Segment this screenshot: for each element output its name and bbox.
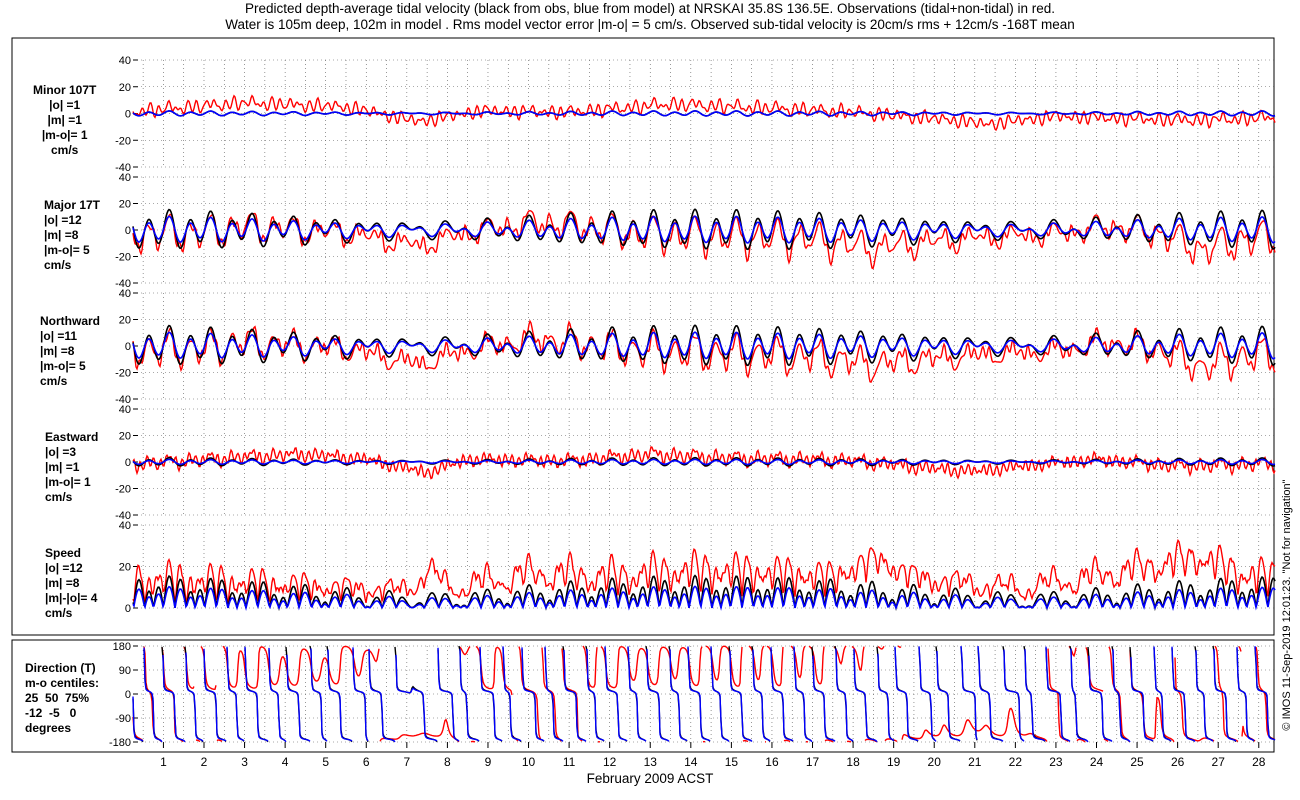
x-tick-label: 12	[603, 755, 617, 769]
direction-frame	[11, 639, 1275, 753]
y-tick-label: 0	[125, 225, 131, 237]
x-tick-label: 3	[241, 755, 248, 769]
direction-black-series	[132, 645, 1276, 743]
y-tick-label: 40	[119, 404, 131, 416]
x-tick-label: 18	[846, 755, 860, 769]
x-tick-label: 8	[444, 755, 451, 769]
panel-label-east: Eastward |o| =3 |m| =1 |m-o|= 1 cm/s	[45, 430, 99, 504]
y-tick-label: 40	[119, 55, 131, 67]
y-tick-label: 20	[119, 315, 131, 327]
x-tick-label: 11	[563, 755, 576, 769]
panel-label-minor: Minor 107T |o| =1 |m| =1 |m-o|= 1 cm/s	[33, 83, 97, 157]
x-tick-label: 22	[1009, 755, 1023, 769]
y-tick-label: -90	[115, 713, 131, 725]
x-tick-label: 28	[1252, 755, 1266, 769]
y-tick-label: -20	[115, 368, 131, 380]
x-tick-label: 17	[806, 755, 820, 769]
y-tick-label: 40	[119, 520, 131, 532]
y-tick-label: 40	[119, 172, 131, 184]
y-tick-label: 0	[125, 689, 131, 701]
y-tick-label: 20	[119, 82, 131, 94]
y-tick-label: -20	[115, 135, 131, 147]
x-tick-label: 10	[522, 755, 536, 769]
x-tick-label: 15	[725, 755, 739, 769]
y-tick-label: -20	[115, 484, 131, 496]
upper-frame	[11, 37, 1275, 636]
x-tick-label: 5	[322, 755, 329, 769]
x-tick-label: 2	[201, 755, 208, 769]
x-tick-label: 9	[485, 755, 492, 769]
y-tick-label: 20	[119, 199, 131, 211]
x-tick-label: 27	[1212, 755, 1226, 769]
direction-blue-series	[132, 645, 1276, 743]
direction-red-series	[132, 645, 1276, 743]
panel-label-direction: Direction (T) m-o centiles: 25 50 75% -1…	[25, 661, 100, 735]
copyright-note: © IMOS 11-Sep-2019 12:01:23. "Not for na…	[1281, 479, 1293, 731]
y-tick-label: 0	[125, 457, 131, 469]
minor-red-series	[132, 94, 1276, 132]
x-tick-label: 7	[403, 755, 410, 769]
x-tick-label: 14	[684, 755, 698, 769]
x-tick-label: 20	[928, 755, 942, 769]
y-tick-label: 0	[125, 109, 131, 121]
x-tick-label: 6	[363, 755, 370, 769]
x-tick-label: 13	[644, 755, 658, 769]
x-tick-label: 25	[1130, 755, 1144, 769]
north-blue-series	[132, 331, 1276, 360]
panel-label-major: Major 17T |o| =12 |m| =8 |m-o|= 5 cm/s	[44, 198, 101, 272]
y-tick-label: 20	[119, 431, 131, 443]
y-tick-label: 180	[113, 641, 131, 653]
north-red-series	[132, 319, 1276, 383]
y-tick-label: 0	[125, 603, 131, 615]
panel-label-north: Northward |o| =11 |m| =8 |m-o|= 5 cm/s	[40, 314, 100, 388]
x-tick-label: 1	[160, 755, 167, 769]
speed-blue-series	[132, 585, 1276, 612]
x-tick-label: 16	[765, 755, 779, 769]
x-tick-label: 26	[1171, 755, 1185, 769]
x-tick-label: 24	[1090, 755, 1104, 769]
y-tick-label: 0	[125, 341, 131, 353]
y-tick-label: 90	[119, 665, 131, 677]
x-tick-label: 19	[887, 755, 901, 769]
north-black-series	[132, 324, 1276, 367]
x-tick-label: 4	[282, 755, 289, 769]
x-axis-label: February 2009 ACST	[586, 771, 714, 786]
x-tick-label: 21	[968, 755, 982, 769]
y-tick-label: -20	[115, 252, 131, 264]
y-tick-label: -180	[109, 737, 131, 749]
y-tick-label: 40	[119, 288, 131, 300]
chart-area: 40200-20-4040200-20-4040200-20-4040200-2…	[11, 37, 1276, 769]
panel-label-speed: Speed |o| =12 |m| =8 |m|-|o|= 4 cm/s	[45, 546, 98, 620]
x-tick-label: 23	[1049, 755, 1063, 769]
y-tick-label: 20	[119, 562, 131, 574]
